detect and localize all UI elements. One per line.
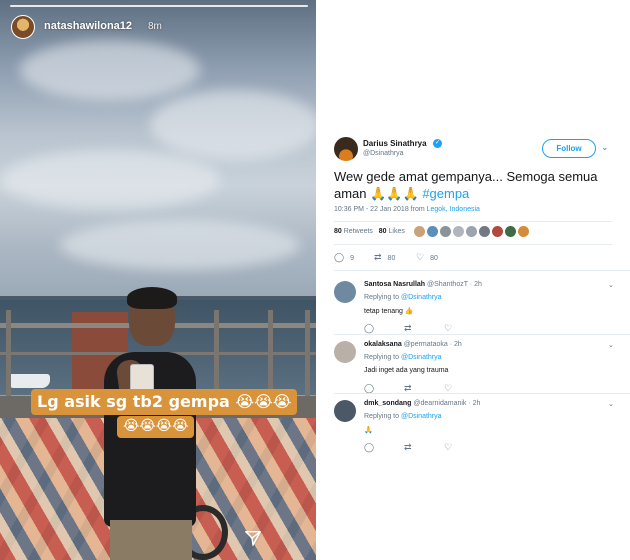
reply-author[interactable]: Santosa Nasrullah @ShanthozT · 2h: [364, 281, 482, 288]
reply-author[interactable]: okalaksana @permataoka · 2h: [364, 341, 462, 348]
chevron-down-icon[interactable]: ⌄: [608, 281, 614, 289]
reply-author-name[interactable]: Santosa Nasrullah: [364, 281, 425, 288]
hashtag-link[interactable]: #gempa: [422, 186, 469, 201]
story-progress-bar: [10, 5, 308, 7]
likes-label[interactable]: Likes: [389, 228, 405, 235]
story-caption-line1: Lg asik sg tb2 gempa 😭😭😭: [31, 389, 298, 415]
reply-text: 🙏: [364, 427, 373, 434]
tweet-location-link[interactable]: Legok, Indonesia: [427, 206, 480, 213]
chevron-down-icon[interactable]: ⌄: [608, 341, 614, 349]
person-hair: [127, 287, 177, 309]
reply-count: 9: [350, 255, 354, 262]
reply-button[interactable]: ◯ 9: [334, 252, 354, 263]
story-time: 8m: [148, 21, 162, 32]
tweet-time: 10:36 PM - 22 Jan 2018 from: [334, 206, 427, 213]
reply-replying-to: Replying to @Dsinathrya: [364, 294, 442, 301]
reply-item[interactable]: dmk_sondang @dearnidamanik · 2h ⌄ Replyi…: [316, 400, 630, 462]
replying-prefix: Replying to: [364, 413, 401, 420]
liker-avatar[interactable]: [492, 226, 503, 237]
cloud: [150, 90, 316, 160]
story-panel: natashawilona12 8m Lg asik sg tb2 gempa …: [0, 0, 316, 560]
liker-avatar[interactable]: [440, 226, 451, 237]
divider: [334, 221, 612, 222]
divider: [334, 334, 630, 335]
tweet-author-name[interactable]: Darius Sinathrya: [363, 139, 427, 148]
liker-avatar[interactable]: [466, 226, 477, 237]
railing-post: [305, 310, 310, 410]
tweet-panel: Darius Sinathrya ✓ @Dsinathrya Follow ⌄ …: [316, 0, 630, 560]
avatar[interactable]: [334, 137, 358, 161]
reply-author[interactable]: dmk_sondang @dearnidamanik · 2h: [364, 400, 480, 407]
reply-icon[interactable]: ◯: [364, 323, 374, 334]
story-caption-line2: 😭😭😭😭: [117, 416, 195, 438]
reply-author-handle: @ShanthozT · 2h: [427, 281, 482, 288]
avatar[interactable]: [334, 341, 356, 363]
story-username[interactable]: natashawilona12: [44, 20, 132, 32]
liker-avatar[interactable]: [453, 226, 464, 237]
tweet-timestamp: 10:36 PM - 22 Jan 2018 from Legok, Indon…: [334, 206, 480, 213]
reply-author-handle: @permataoka · 2h: [403, 341, 462, 348]
tweet-text: Wew gede amat gempanya... Semoga semua a…: [334, 168, 620, 202]
person-legs: [110, 520, 192, 560]
verified-badge-icon: ✓: [433, 139, 442, 148]
tweet-author-handle[interactable]: @Dsinathrya: [363, 150, 404, 157]
heart-icon: ♡: [416, 252, 425, 262]
liker-avatar[interactable]: [505, 226, 516, 237]
retweet-icon[interactable]: ⇄: [404, 323, 412, 334]
avatar[interactable]: [334, 281, 356, 303]
chevron-down-icon[interactable]: ⌄: [608, 400, 614, 408]
liker-avatar[interactable]: [427, 226, 438, 237]
mention-link[interactable]: @Dsinathrya: [401, 354, 442, 361]
boat: [6, 374, 50, 388]
reply-text: Jadi inget ada yang trauma: [364, 367, 449, 374]
like-button[interactable]: ♡ 80: [416, 252, 438, 263]
liker-avatar[interactable]: [414, 226, 425, 237]
reply-replying-to: Replying to @Dsinathrya: [364, 354, 442, 361]
reply-icon[interactable]: ◯: [364, 442, 374, 453]
like-count: 80: [430, 255, 438, 262]
phone: [130, 364, 154, 392]
reply-author-handle: @dearnidamanik · 2h: [413, 400, 481, 407]
railing-post: [6, 310, 11, 410]
avatar[interactable]: [11, 15, 35, 39]
cloud: [0, 150, 220, 210]
liker-avatars[interactable]: [414, 226, 529, 237]
replying-prefix: Replying to: [364, 294, 401, 301]
cloud: [60, 220, 300, 270]
reply-author-name[interactable]: okalaksana: [364, 341, 402, 348]
retweet-icon[interactable]: ⇄: [404, 442, 412, 453]
avatar[interactable]: [334, 400, 356, 422]
heart-icon[interactable]: ♡: [444, 323, 452, 334]
liker-avatar[interactable]: [518, 226, 529, 237]
chevron-down-icon[interactable]: ⌄: [601, 142, 609, 153]
reply-icon: ◯: [334, 252, 345, 262]
retweets-count[interactable]: 80: [334, 228, 342, 235]
mention-link[interactable]: @Dsinathrya: [401, 294, 442, 301]
follow-button[interactable]: Follow: [542, 139, 596, 158]
likes-count[interactable]: 80: [379, 228, 387, 235]
heart-icon[interactable]: ♡: [444, 442, 452, 453]
replying-prefix: Replying to: [364, 354, 401, 361]
cloud: [20, 40, 200, 100]
retweet-count: 80: [387, 255, 396, 262]
retweets-label[interactable]: Retweets: [344, 228, 373, 235]
divider: [334, 244, 612, 245]
mention-link[interactable]: @Dsinathrya: [401, 413, 442, 420]
reply-text: tetap tenang 👍: [364, 308, 414, 315]
retweet-button[interactable]: ⇄ 80: [374, 252, 395, 263]
divider: [334, 393, 630, 394]
divider: [334, 270, 630, 271]
reply-replying-to: Replying to @Dsinathrya: [364, 413, 442, 420]
paper-plane-icon[interactable]: [244, 529, 262, 547]
reply-author-name[interactable]: dmk_sondang: [364, 400, 411, 407]
tweet-stats: 80 Retweets 80 Likes: [334, 228, 405, 235]
retweet-icon: ⇄: [374, 252, 382, 262]
liker-avatar[interactable]: [479, 226, 490, 237]
